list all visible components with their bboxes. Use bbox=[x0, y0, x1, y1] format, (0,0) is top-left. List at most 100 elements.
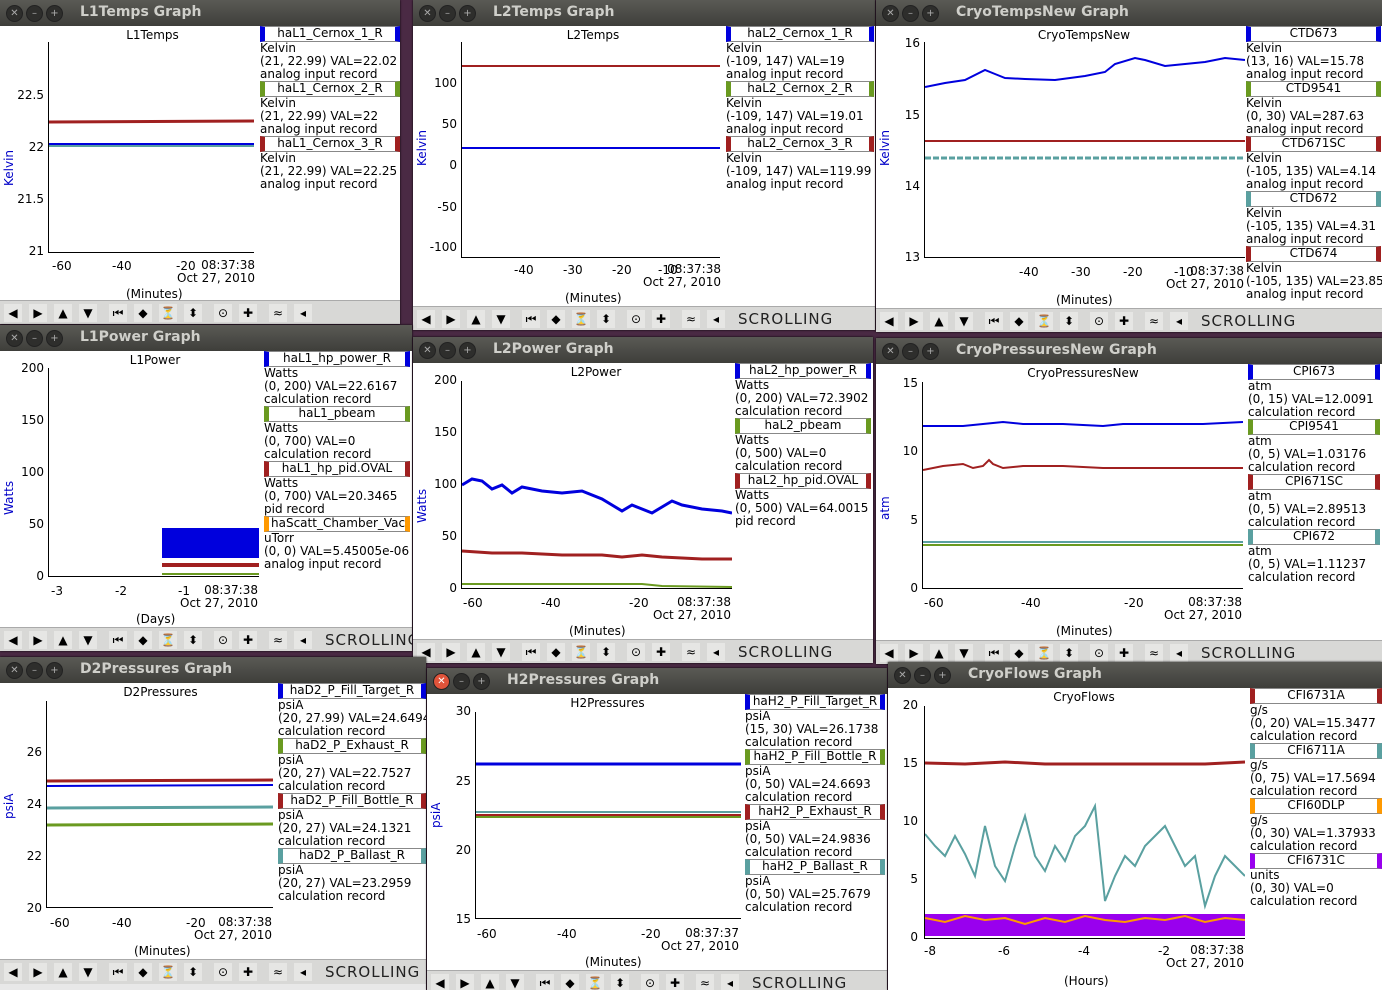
arrow-up-icon[interactable]: ▲ bbox=[54, 631, 72, 649]
arrow-up-icon[interactable]: ▲ bbox=[930, 312, 948, 330]
close-icon[interactable]: ✕ bbox=[882, 343, 899, 360]
maximize-icon[interactable]: + bbox=[473, 673, 490, 690]
titlebar[interactable]: ✕ – + L1Temps Graph bbox=[0, 0, 400, 26]
arrow-down-icon[interactable]: ▼ bbox=[955, 644, 973, 662]
wave-icon[interactable]: ≈ bbox=[1145, 644, 1163, 662]
skip-icon[interactable]: ⏮ bbox=[109, 963, 127, 981]
minimize-icon[interactable]: – bbox=[26, 330, 43, 347]
legend-item-name[interactable]: haL2_hp_power_R bbox=[735, 363, 871, 379]
skip-icon[interactable]: ⏮ bbox=[109, 304, 127, 322]
plot-area[interactable] bbox=[475, 712, 741, 919]
hourglass-icon[interactable]: ⏳ bbox=[1035, 644, 1053, 662]
plot-area[interactable] bbox=[48, 368, 259, 577]
minimize-icon[interactable]: – bbox=[26, 662, 43, 679]
legend-item-name[interactable]: haL2_Cernox_1_R bbox=[726, 26, 874, 42]
updown-icon[interactable]: ⬍ bbox=[184, 631, 202, 649]
arrow-up-icon[interactable]: ▲ bbox=[481, 974, 499, 990]
minimize-icon[interactable]: – bbox=[902, 343, 919, 360]
arrow-right-icon[interactable]: ▶ bbox=[29, 631, 47, 649]
updown-icon[interactable]: ⬍ bbox=[611, 974, 629, 990]
diamond-icon[interactable]: ◆ bbox=[1010, 312, 1028, 330]
maximize-icon[interactable]: + bbox=[922, 5, 939, 22]
plot-area[interactable] bbox=[461, 381, 732, 589]
legend-item-name[interactable]: haD2_P_Ballast_R bbox=[278, 848, 426, 864]
legend-item-name[interactable]: haScatt_Chamber_Vac_ bbox=[264, 516, 410, 532]
target-icon[interactable]: ⊙ bbox=[627, 643, 645, 661]
titlebar[interactable]: ✕ – + CryoTempsNew Graph bbox=[876, 0, 1382, 26]
maximize-icon[interactable]: + bbox=[459, 342, 476, 359]
arrow-up-icon[interactable]: ▲ bbox=[467, 643, 485, 661]
arrow-right-icon[interactable]: ▶ bbox=[29, 304, 47, 322]
skip-icon[interactable]: ⏮ bbox=[109, 631, 127, 649]
target-icon[interactable]: ⊙ bbox=[641, 974, 659, 990]
target-icon[interactable]: ⊙ bbox=[1090, 644, 1108, 662]
legend-item-name[interactable]: CPI672 bbox=[1248, 529, 1380, 545]
legend-item-name[interactable]: haL2_pbeam bbox=[735, 418, 871, 434]
close-icon[interactable]: ✕ bbox=[419, 342, 436, 359]
maximize-icon[interactable]: + bbox=[922, 343, 939, 360]
plus-icon[interactable]: ✚ bbox=[666, 974, 684, 990]
arrow-right-icon[interactable]: ▶ bbox=[456, 974, 474, 990]
skip-icon[interactable]: ⏮ bbox=[985, 644, 1003, 662]
close-icon[interactable]: ✕ bbox=[882, 5, 899, 22]
wave-icon[interactable]: ≈ bbox=[1145, 312, 1163, 330]
arrow-down-icon[interactable]: ▼ bbox=[79, 304, 97, 322]
skip-icon[interactable]: ⏮ bbox=[985, 312, 1003, 330]
back-icon[interactable]: ◂ bbox=[721, 974, 739, 990]
arrow-left-icon[interactable]: ◀ bbox=[4, 963, 22, 981]
back-icon[interactable]: ◂ bbox=[707, 643, 725, 661]
updown-icon[interactable]: ⬍ bbox=[1060, 644, 1078, 662]
legend-item-name[interactable]: haH2_P_Ballast_R bbox=[745, 859, 885, 875]
legend-item-name[interactable]: haH2_P_Fill_Target_R bbox=[745, 694, 885, 710]
target-icon[interactable]: ⊙ bbox=[627, 310, 645, 328]
titlebar[interactable]: ✕ – + CryoFlows Graph bbox=[888, 662, 1382, 688]
close-icon[interactable]: ✕ bbox=[6, 5, 23, 22]
diamond-icon[interactable]: ◆ bbox=[134, 304, 152, 322]
minimize-icon[interactable]: – bbox=[453, 673, 470, 690]
arrow-left-icon[interactable]: ◀ bbox=[417, 310, 435, 328]
plus-icon[interactable]: ✚ bbox=[652, 643, 670, 661]
wave-icon[interactable]: ≈ bbox=[682, 643, 700, 661]
arrow-right-icon[interactable]: ▶ bbox=[905, 644, 923, 662]
hourglass-icon[interactable]: ⏳ bbox=[572, 643, 590, 661]
arrow-left-icon[interactable]: ◀ bbox=[431, 974, 449, 990]
target-icon[interactable]: ⊙ bbox=[214, 631, 232, 649]
plot-area[interactable] bbox=[461, 42, 720, 258]
plot-area[interactable] bbox=[924, 42, 1245, 258]
legend-item-name[interactable]: CTD673 bbox=[1246, 26, 1381, 42]
arrow-left-icon[interactable]: ◀ bbox=[880, 312, 898, 330]
hourglass-icon[interactable]: ⏳ bbox=[1035, 312, 1053, 330]
minimize-icon[interactable]: – bbox=[26, 5, 43, 22]
plot-area[interactable] bbox=[48, 42, 254, 253]
arrow-right-icon[interactable]: ▶ bbox=[905, 312, 923, 330]
legend-item-name[interactable]: haL2_Cernox_2_R bbox=[726, 81, 874, 97]
legend-item-name[interactable]: haD2_P_Fill_Bottle_R bbox=[278, 793, 426, 809]
arrow-up-icon[interactable]: ▲ bbox=[54, 963, 72, 981]
arrow-up-icon[interactable]: ▲ bbox=[54, 304, 72, 322]
arrow-left-icon[interactable]: ◀ bbox=[880, 644, 898, 662]
maximize-icon[interactable]: + bbox=[459, 5, 476, 22]
wave-icon[interactable]: ≈ bbox=[269, 631, 287, 649]
wave-icon[interactable]: ≈ bbox=[269, 304, 287, 322]
updown-icon[interactable]: ⬍ bbox=[184, 304, 202, 322]
legend-item-name[interactable]: CTD671SC bbox=[1246, 136, 1381, 152]
back-icon[interactable]: ◂ bbox=[707, 310, 725, 328]
legend-item-name[interactable]: CPI671SC bbox=[1248, 474, 1380, 490]
updown-icon[interactable]: ⬍ bbox=[1060, 312, 1078, 330]
diamond-icon[interactable]: ◆ bbox=[547, 310, 565, 328]
target-icon[interactable]: ⊙ bbox=[1090, 312, 1108, 330]
legend-item-name[interactable]: CFI60DLP bbox=[1250, 798, 1382, 814]
diamond-icon[interactable]: ◆ bbox=[1010, 644, 1028, 662]
arrow-right-icon[interactable]: ▶ bbox=[442, 310, 460, 328]
close-icon[interactable]: ✕ bbox=[6, 662, 23, 679]
legend-item-name[interactable]: haL1_hp_power_R bbox=[264, 351, 410, 367]
legend-item-name[interactable]: CPI9541 bbox=[1248, 419, 1380, 435]
diamond-icon[interactable]: ◆ bbox=[561, 974, 579, 990]
legend-item-name[interactable]: haL2_hp_pid.OVAL bbox=[735, 473, 871, 489]
hourglass-icon[interactable]: ⏳ bbox=[586, 974, 604, 990]
close-icon[interactable]: ✕ bbox=[894, 667, 911, 684]
arrow-left-icon[interactable]: ◀ bbox=[4, 631, 22, 649]
plus-icon[interactable]: ✚ bbox=[652, 310, 670, 328]
legend-item-name[interactable]: haL1_pbeam bbox=[264, 406, 410, 422]
arrow-down-icon[interactable]: ▼ bbox=[506, 974, 524, 990]
